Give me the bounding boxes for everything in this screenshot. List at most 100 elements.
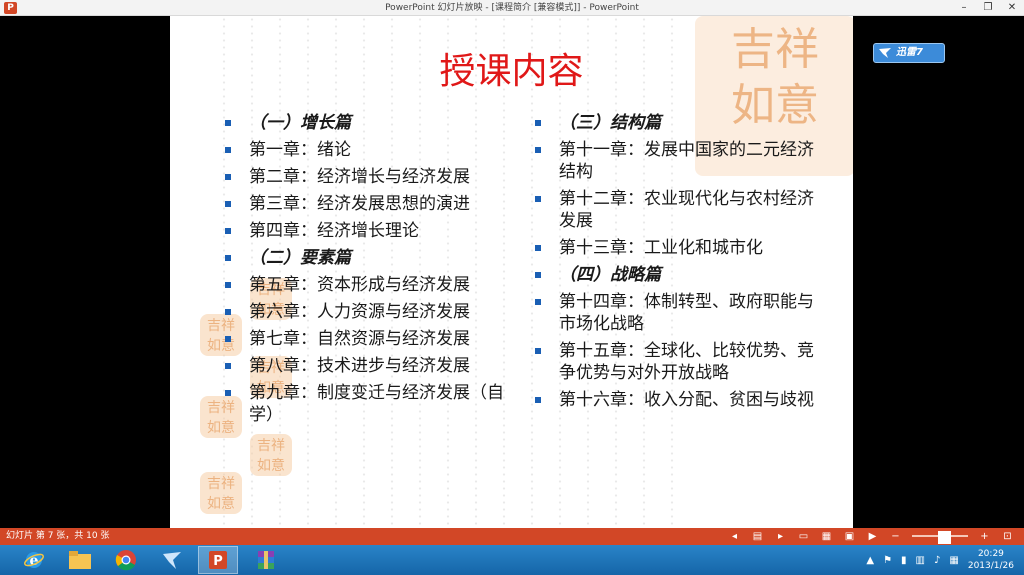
list-item-text: 第六章：人力资源与经济发展 [249,302,470,322]
chrome-icon[interactable] [106,546,146,574]
bullet-icon [535,245,541,251]
list-item-text: 第四章：经济增长理论 [249,221,419,241]
section-heading: （一）增长篇 [225,112,510,134]
powerpoint-icon[interactable]: P [198,546,238,574]
clock-time: 20:29 [977,549,1004,559]
reading-view-icon[interactable]: ▣ [843,530,856,543]
zoom-out-icon[interactable]: − [889,530,902,543]
window-title: PowerPoint 幻灯片放映 - [课程简介 [兼容模式]] - Power… [385,3,639,13]
bullet-icon [225,228,231,234]
slide-menu-icon[interactable]: ▤ [751,530,764,543]
winrar-icon[interactable] [246,546,286,574]
list-item-text: 第九章：制度变迁与经济发展（自学） [249,383,504,425]
list-item-text: 第五章：资本形成与经济发展 [249,275,470,295]
xunlei-label: 迅雷7 [896,47,923,58]
bullet-icon [225,282,231,288]
list-item-text: （一）增长篇 [249,113,351,133]
bullet-icon [225,147,231,153]
chapter-list-item: 第十五章：全球化、比较优势、竞争优势与对外开放战略 [535,340,825,384]
bullet-icon [535,272,541,278]
taskbar-clock[interactable]: 20:29 2013/1/26 [968,548,1014,572]
bullet-icon [535,299,541,305]
slide-title: 授课内容 [439,51,584,92]
list-item-text: 第一章：绪论 [249,140,351,160]
right-column-list: （三）结构篇第十一章：发展中国家的二元经济结构第十二章：农业现代化与农村经济发展… [535,112,825,416]
chapter-list-item: 第十四章：体制转型、政府职能与市场化战略 [535,291,825,335]
bullet-icon [535,196,541,202]
file-explorer-icon[interactable] [60,546,100,574]
list-item-text: 第十六章：收入分配、贫困与歧视 [559,390,814,410]
list-item-text: 第三章：经济发展思想的演进 [249,194,470,214]
list-item-text: （四）战略篇 [559,265,661,285]
xunlei-icon[interactable] [152,546,192,574]
bullet-icon [225,174,231,180]
bullet-icon [225,390,231,396]
chapter-list-item: 第四章：经济增长理论 [225,220,510,242]
zoom-in-icon[interactable]: + [978,530,991,543]
battery-icon[interactable]: ▮ [901,555,907,566]
seal-decoration-small: 吉祥 如意 [250,434,292,476]
xunlei-floating-widget[interactable]: 迅雷7 [873,43,945,63]
slideshow-icon[interactable]: ▶ [866,530,879,543]
section-heading: （四）战略篇 [535,264,825,286]
minimize-icon[interactable]: – [952,0,976,16]
bullet-icon [225,255,231,261]
svg-text:P: P [213,554,223,569]
slide-canvas[interactable]: 吉祥 如意 吉祥 如意 吉祥 如意 吉祥 如意 吉祥 如意 吉祥 如意 吉祥 如意 授课内容 … [170,16,853,528]
close-icon[interactable]: ✕ [1000,0,1024,16]
list-item-text: 第二章：经济增长与经济发展 [249,167,470,187]
bullet-icon [225,201,231,207]
bullet-icon [225,309,231,315]
list-item-text: 第十四章：体制转型、政府职能与市场化战略 [559,292,814,334]
system-tray: ▲ ⚑ ▮ ▥ ♪ ▦ 20:29 2013/1/26 [866,545,1014,575]
network-icon[interactable]: ▥ [916,555,925,566]
ie-icon[interactable]: e [14,546,54,574]
seal-decoration-small: 吉祥 如意 [200,472,242,514]
volume-icon[interactable]: ♪ [934,555,940,566]
zoom-slider-thumb[interactable] [938,531,951,544]
chapter-list-item: 第五章：资本形成与经济发展 [225,274,510,296]
windows-taskbar: e P ▲ ⚑ ▮ ▥ ♪ ▦ 20:29 2013/1/26 [0,545,1024,575]
chapter-list-item: 第十二章：农业现代化与农村经济发展 [535,188,825,232]
chapter-list-item: 第八章：技术进步与经济发展 [225,355,510,377]
restore-icon[interactable]: ❐ [976,0,1000,16]
list-item-text: 第十三章：工业化和城市化 [559,238,763,258]
left-column-list: （一）增长篇 第一章：绪论第二章：经济增长与经济发展 第三章：经济发展思想的演进 第四… [225,112,510,431]
bullet-icon [535,397,541,403]
xunlei-bird-icon [879,48,891,58]
bullet-icon [225,120,231,126]
zoom-slider[interactable] [912,531,968,544]
section-heading: （三）结构篇 [535,112,825,134]
bullet-icon [535,348,541,354]
chapter-list-item: 第一章：绪论 [225,139,510,161]
bullet-icon [225,336,231,342]
slide-counter: 幻灯片 第 7 张，共 10 张 [6,531,110,541]
bullet-icon [535,147,541,153]
action-center-flag-icon[interactable]: ⚑ [883,555,892,566]
list-item-text: 第七章：自然资源与经济发展 [249,329,470,349]
chapter-list-item: 第九章：制度变迁与经济发展（自学） [225,382,510,426]
list-item-text: 第十五章：全球化、比较优势、竞争优势与对外开放战略 [559,341,814,383]
bullet-icon [225,363,231,369]
list-item-text: （三）结构篇 [559,113,661,133]
slide-sorter-icon[interactable]: ▦ [820,530,833,543]
section-heading: （二）要素篇 [225,247,510,269]
fit-slide-icon[interactable]: ⊡ [1001,530,1014,543]
normal-view-icon[interactable]: ▭ [797,530,810,543]
next-slide-icon[interactable]: ▸ [774,530,787,543]
keyboard-icon[interactable]: ▦ [949,555,958,566]
previous-slide-icon[interactable]: ◂ [728,530,741,543]
tray-expand-icon[interactable]: ▲ [866,555,874,566]
chapter-list-item: 第十三章：工业化和城市化 [535,237,825,259]
bullet-icon [535,120,541,126]
chapter-list-item: 第六章：人力资源与经济发展 [225,301,510,323]
list-item-text: （二）要素篇 [249,248,351,268]
chapter-list-item: 第七章：自然资源与经济发展 [225,328,510,350]
chapter-list-item: 第十一章：发展中国家的二元经济结构 [535,139,825,183]
list-item-text: 第十二章：农业现代化与农村经济发展 [559,189,814,231]
list-item-text: 第八章：技术进步与经济发展 [249,356,470,376]
chapter-list-item: 第二章：经济增长与经济发展 [225,166,510,188]
clock-date: 2013/1/26 [967,561,1014,571]
chapter-list-item: 第十六章：收入分配、贫困与歧视 [535,389,825,411]
window-titlebar: P PowerPoint 幻灯片放映 - [课程简介 [兼容模式]] - Pow… [0,0,1024,16]
